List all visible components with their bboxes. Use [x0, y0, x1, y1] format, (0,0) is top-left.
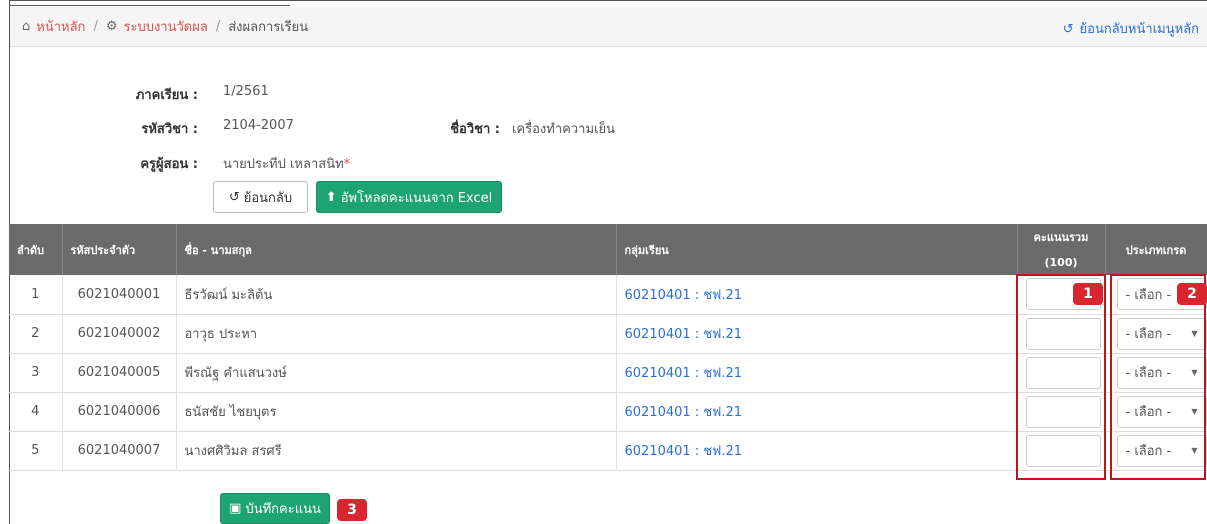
- teacher-name: นายประทีป เหลาสนิท: [223, 157, 344, 172]
- breadcrumb: ⌂ หน้าหลัก / ⚙ ระบบงานวัดผล / ส่งผลการเร…: [10, 7, 1207, 47]
- row-group-cell: 60210401 : ชฟ.21: [616, 275, 1018, 315]
- row-student-id: 6021040002: [62, 314, 177, 354]
- teacher-label: ครูผู้สอน :: [140, 157, 198, 172]
- header-full-name: ชื่อ - นามสกุล: [176, 224, 617, 275]
- upload-button-label: อัพโหลดคะแนนจาก Excel: [340, 190, 493, 206]
- floppy-disk-icon: ▣: [229, 501, 242, 516]
- row-name: อาวุธ ประหา: [176, 314, 617, 354]
- row-name: ธีรวัฒน์ มะลิต้น: [176, 275, 617, 315]
- upload-icon: ⬆: [325, 189, 337, 205]
- step-badge-3: 3: [337, 499, 367, 521]
- header-score-max: (100): [1017, 249, 1106, 275]
- teacher-value: นายประทีป เหลาสนิท*: [223, 153, 350, 174]
- step-badge-2: 2: [1177, 283, 1207, 305]
- course-name-value: เครื่องทำความเย็น: [512, 122, 615, 137]
- row-group-link[interactable]: 60210401 : ชฟ.21: [625, 405, 743, 420]
- gears-icon: ⚙: [105, 19, 118, 34]
- save-button-label: บันทึกคะแนน: [245, 502, 321, 517]
- row-no: 2: [9, 314, 63, 354]
- term-value: 1/2561: [223, 84, 269, 99]
- course-code-value: 2104-2007: [223, 118, 294, 133]
- back-button[interactable]: ↺ ย้อนกลับ: [213, 181, 308, 213]
- header-no: ลำดับ: [9, 224, 63, 275]
- row-group-cell: 60210401 : ชฟ.21: [616, 392, 1018, 432]
- step-badge-1: 1: [1073, 283, 1103, 305]
- row-group-cell: 60210401 : ชฟ.21: [616, 353, 1018, 393]
- header-group: กลุ่มเรียน: [616, 224, 1018, 275]
- row-student-id: 6021040001: [62, 275, 177, 315]
- undo-icon: ↺: [1062, 22, 1074, 37]
- row-student-id: 6021040005: [62, 353, 177, 393]
- home-icon: ⌂: [22, 19, 31, 34]
- header-total-score: คะแนนรวม: [1017, 224, 1106, 249]
- save-scores-button[interactable]: ▣ บันทึกคะแนน: [220, 493, 330, 524]
- term-label: ภาคเรียน :: [135, 88, 198, 103]
- row-group-link[interactable]: 60210401 : ชฟ.21: [625, 366, 743, 381]
- row-group-cell: 60210401 : ชฟ.21: [616, 431, 1018, 471]
- undo-icon: ↺: [228, 189, 240, 205]
- row-group-cell: 60210401 : ชฟ.21: [616, 314, 1018, 354]
- row-no: 5: [9, 431, 63, 471]
- row-no: 3: [9, 353, 63, 393]
- upload-excel-button[interactable]: ⬆ อัพโหลดคะแนนจาก Excel: [316, 181, 502, 213]
- breadcrumb-current: ส่งผลการเรียน: [228, 20, 309, 35]
- header-student-id: รหัสประจำตัว: [62, 224, 177, 275]
- breadcrumb-separator: /: [93, 19, 98, 34]
- row-group-link[interactable]: 60210401 : ชฟ.21: [625, 288, 743, 303]
- breadcrumb-separator: /: [215, 19, 221, 34]
- row-name: พีรณัฐ คำแสนวงษ์: [176, 353, 617, 393]
- back-button-label: ย้อนกลับ: [243, 190, 293, 206]
- row-group-link[interactable]: 60210401 : ชฟ.21: [625, 444, 743, 459]
- row-student-id: 6021040007: [62, 431, 177, 471]
- row-group-link[interactable]: 60210401 : ชฟ.21: [625, 327, 743, 342]
- row-student-id: 6021040006: [62, 392, 177, 432]
- back-to-main-link[interactable]: ↺ ย้อนกลับหน้าเมนูหลัก: [1063, 18, 1199, 39]
- header-grade-type: ประเภทเกรด: [1105, 224, 1207, 275]
- breadcrumb-system[interactable]: ระบบงานวัดผล: [123, 16, 207, 37]
- row-no: 1: [9, 275, 63, 315]
- breadcrumb-home[interactable]: หน้าหลัก: [36, 16, 85, 37]
- row-no: 4: [9, 392, 63, 432]
- course-code-label: รหัสวิชา :: [141, 122, 198, 137]
- top-line: [10, 1, 290, 6]
- course-name-label: ชื่อวิชา :: [450, 122, 500, 137]
- back-to-main-label: ย้อนกลับหน้าเมนูหลัก: [1079, 22, 1199, 37]
- required-mark: *: [343, 157, 351, 172]
- row-name: นางศศิวิมล สรศรี: [176, 431, 617, 471]
- row-name: ธนัสชัย ไชยบุตร: [176, 392, 617, 432]
